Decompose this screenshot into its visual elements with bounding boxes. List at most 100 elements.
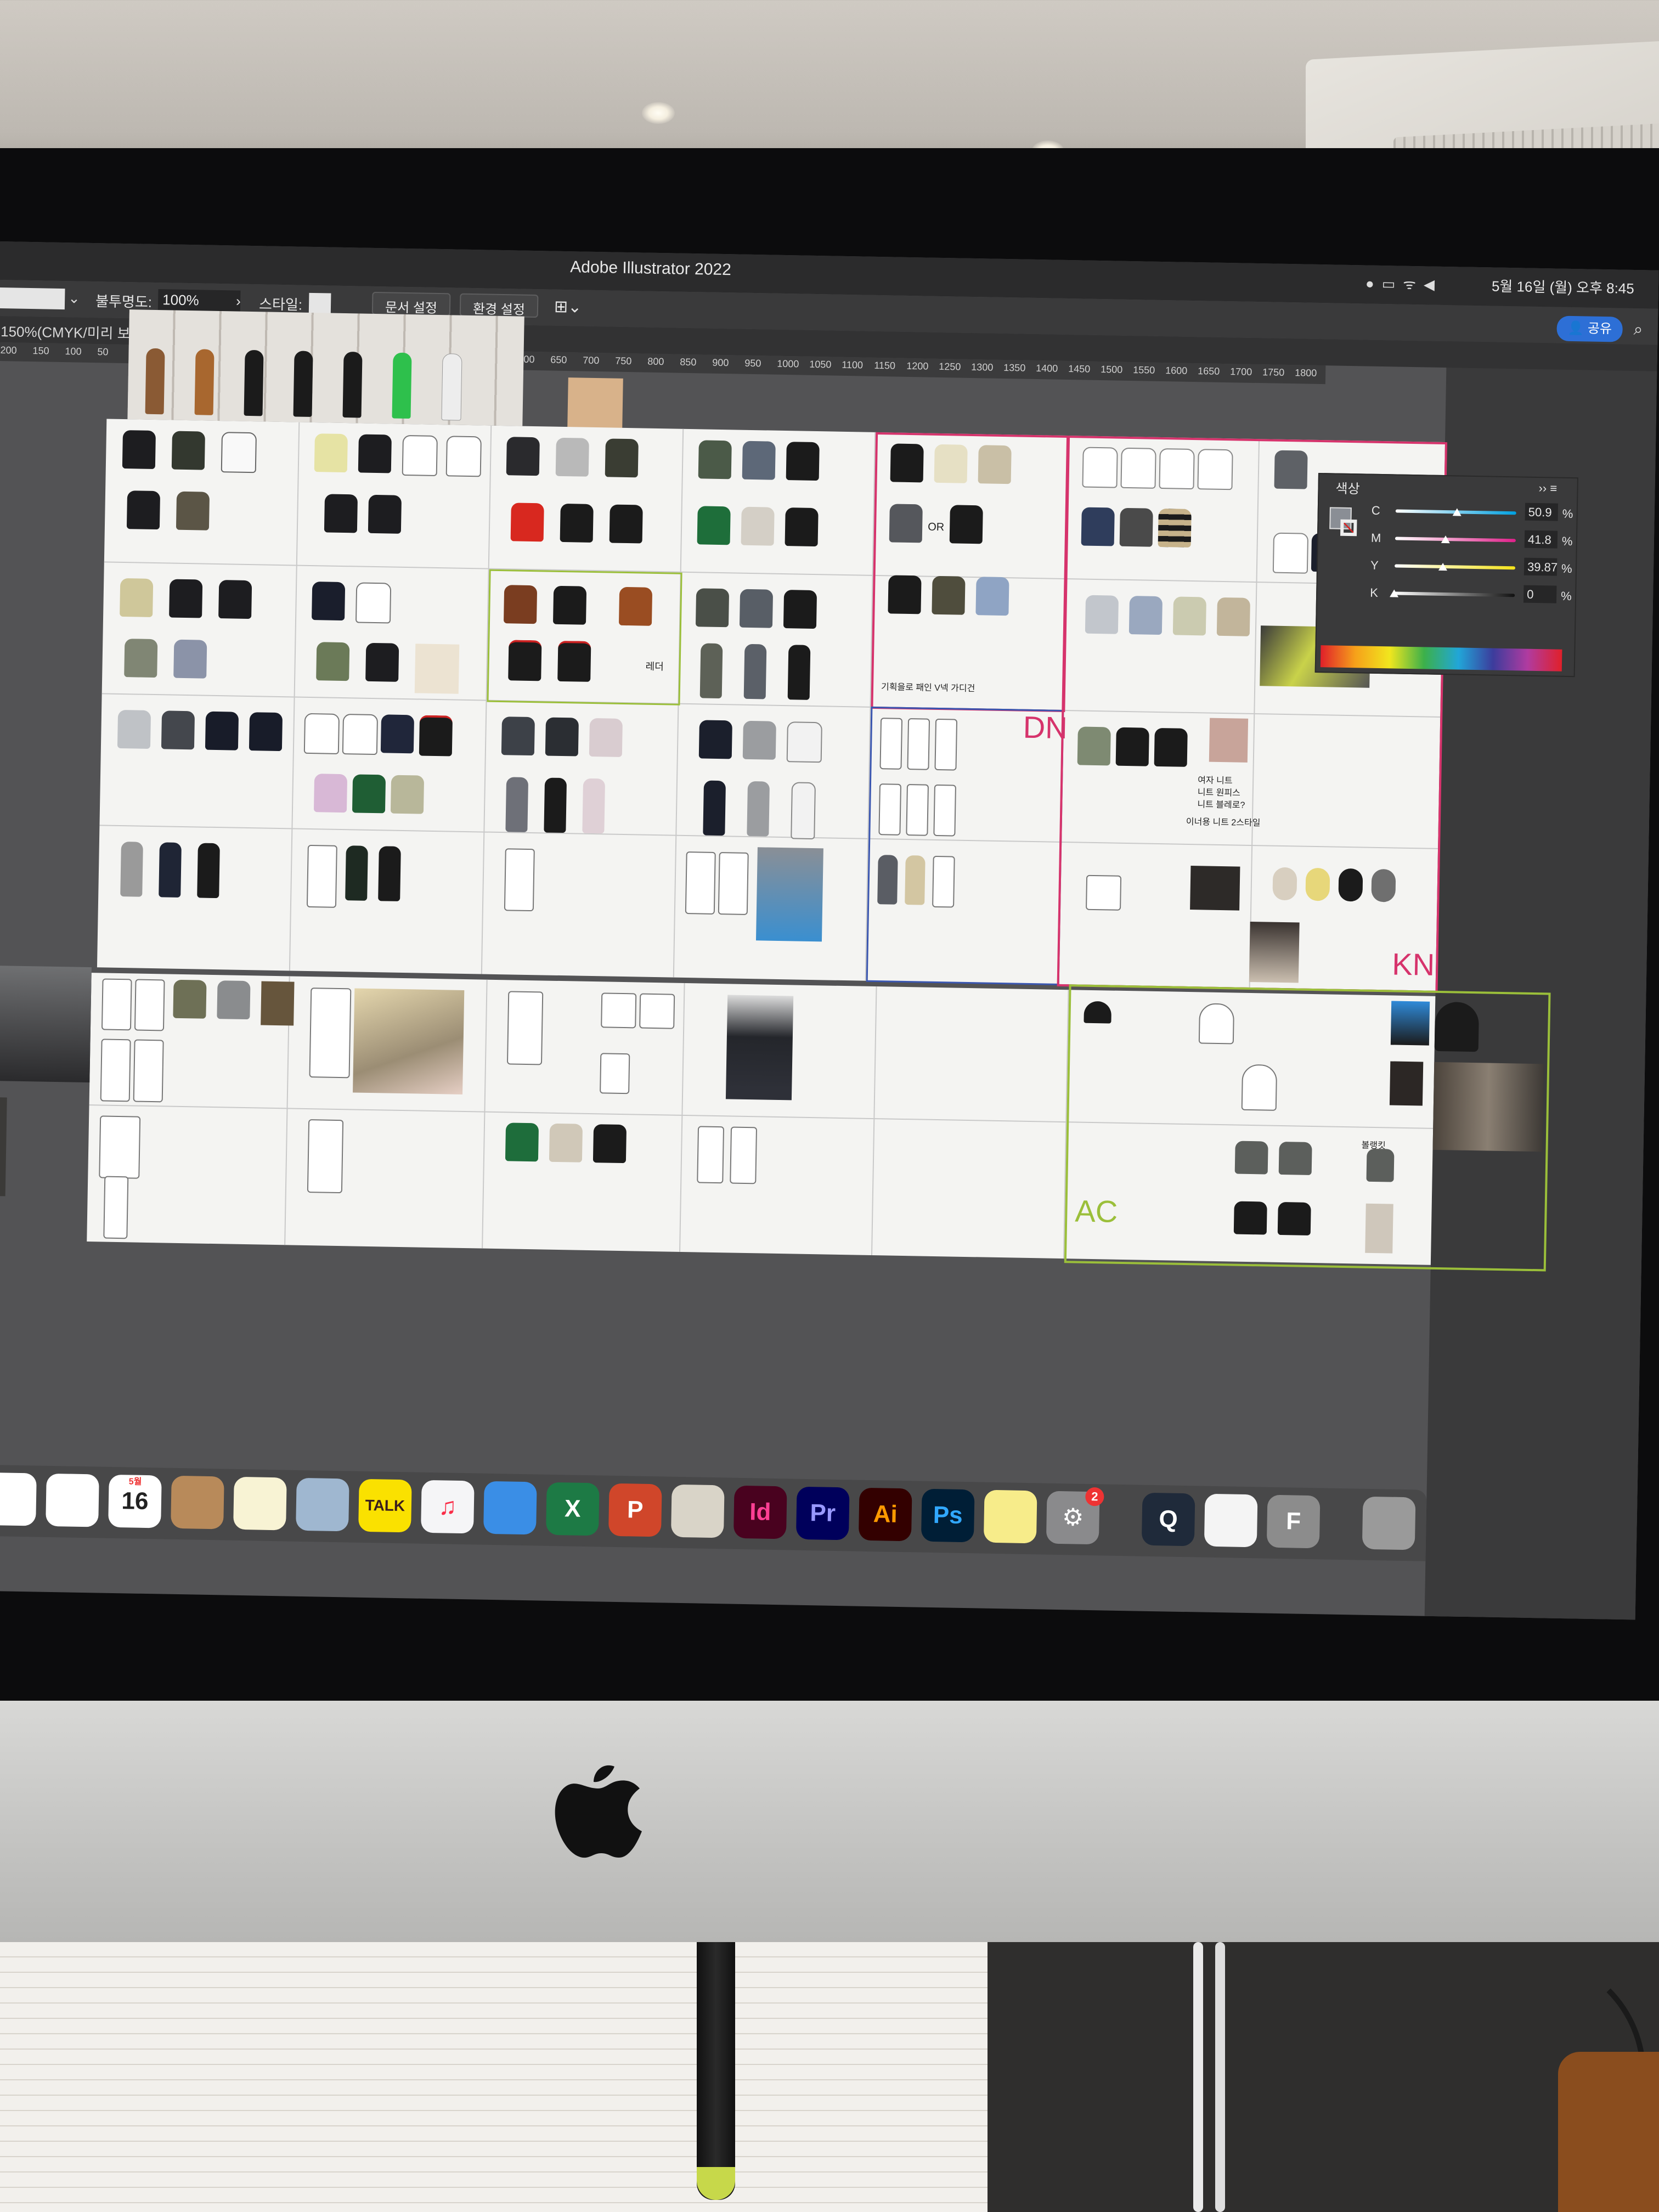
slider-c[interactable]: C 50.9% bbox=[1329, 499, 1573, 526]
screen: Adobe Illustrator 2022 ●▭ᯤ◀ 5월 16일 (월) 오… bbox=[0, 241, 1659, 1620]
slider-k[interactable]: K 0% bbox=[1328, 582, 1572, 608]
jacket-photo bbox=[261, 981, 295, 1026]
hat-sketch bbox=[1198, 1003, 1235, 1045]
slider-value-field[interactable]: 41.8 bbox=[1524, 530, 1558, 549]
ruler-tick: 1750 bbox=[1262, 366, 1285, 378]
doc-setup-button[interactable]: 문서 설정 bbox=[371, 291, 451, 317]
cardigan-sketch bbox=[1272, 532, 1309, 574]
style-swatch[interactable] bbox=[308, 292, 331, 314]
pants-pink bbox=[582, 778, 606, 834]
pants-sketch bbox=[504, 848, 535, 912]
keynote-icon[interactable] bbox=[483, 1481, 537, 1535]
grid-line bbox=[871, 986, 877, 1256]
slider-value-field[interactable]: 39.87 bbox=[1523, 557, 1558, 576]
indesign-icon[interactable]: Id bbox=[733, 1485, 787, 1539]
kn-label: KN bbox=[1391, 946, 1435, 982]
preview-icon[interactable] bbox=[296, 1477, 349, 1532]
hoodie-charcoal bbox=[545, 717, 579, 757]
kakaotalk-icon[interactable]: TALK bbox=[358, 1479, 412, 1533]
photoshop-icon[interactable]: Ps bbox=[921, 1488, 975, 1543]
slider-y[interactable]: Y 39.87% bbox=[1329, 554, 1572, 580]
calendar-icon[interactable]: 16 5월 bbox=[108, 1474, 162, 1528]
monitor-chin bbox=[0, 1701, 1659, 1942]
calendar-month: 5월 bbox=[128, 1477, 142, 1487]
slider-value-field[interactable]: 0 bbox=[1523, 585, 1557, 603]
coat-sketch bbox=[221, 432, 257, 473]
bomber-black bbox=[218, 580, 252, 619]
ruler-tick: 1700 bbox=[1230, 366, 1252, 377]
ruler-tick: 1800 bbox=[1295, 367, 1317, 379]
opacity-field[interactable]: 100% bbox=[157, 289, 241, 312]
marker-pen bbox=[697, 1942, 735, 2200]
slider-thumb[interactable] bbox=[1438, 562, 1447, 571]
ruler-tick: 1500 bbox=[1101, 364, 1123, 375]
slider-m[interactable]: M 41.8% bbox=[1329, 527, 1573, 553]
photos-icon[interactable] bbox=[0, 1472, 37, 1526]
vest-slate bbox=[739, 589, 774, 628]
share-button[interactable]: 👤 공유 bbox=[1556, 315, 1623, 342]
coat-yellow-sketch bbox=[314, 433, 348, 473]
excel-icon[interactable]: X bbox=[546, 1482, 600, 1536]
slider-thumb[interactable] bbox=[1441, 535, 1450, 544]
slider-value-field[interactable]: 50.9 bbox=[1525, 503, 1559, 521]
slider-unit: % bbox=[1562, 506, 1573, 521]
powerpoint-icon[interactable]: P bbox=[608, 1483, 662, 1537]
fleece-photo bbox=[414, 644, 460, 694]
textedit-icon[interactable] bbox=[1204, 1493, 1258, 1548]
illustrator-icon[interactable]: Ai bbox=[858, 1487, 912, 1542]
cardigan-beige bbox=[978, 445, 1012, 484]
ruler-tick: 1650 bbox=[1198, 365, 1220, 377]
pants-sketch bbox=[932, 855, 955, 908]
runway-figure bbox=[293, 351, 313, 417]
coat-sketch bbox=[133, 1039, 164, 1103]
look-photo bbox=[1190, 866, 1240, 911]
ruler-tick: 800 bbox=[647, 356, 664, 368]
app-title: Adobe Illustrator 2022 bbox=[570, 258, 732, 279]
color-spectrum[interactable] bbox=[1320, 645, 1562, 672]
pants-sketch bbox=[878, 783, 901, 836]
premiere-icon[interactable]: Pr bbox=[795, 1486, 850, 1541]
blazer-sketch bbox=[355, 582, 392, 624]
fontbook-icon[interactable]: F bbox=[1266, 1494, 1321, 1549]
runway-figure bbox=[441, 353, 462, 421]
chevron-right-icon[interactable]: › bbox=[236, 293, 241, 310]
slider-track[interactable] bbox=[1395, 564, 1516, 570]
chrome-icon[interactable] bbox=[46, 1473, 99, 1527]
stickies-icon[interactable] bbox=[983, 1489, 1037, 1544]
contacts-icon[interactable] bbox=[171, 1475, 224, 1530]
apple-logo-icon bbox=[555, 1765, 642, 1858]
hoodie-pink bbox=[589, 718, 623, 757]
search-icon[interactable]: ⌕ bbox=[1633, 320, 1643, 339]
jacket-black-red bbox=[419, 715, 453, 757]
knit-black bbox=[1115, 727, 1149, 766]
slider-thumb[interactable] bbox=[1390, 589, 1399, 597]
ruler-tick: 1350 bbox=[1003, 362, 1026, 374]
vest-olive bbox=[695, 588, 730, 628]
slider-thumb[interactable] bbox=[1452, 508, 1462, 516]
skirt-sketch bbox=[309, 988, 352, 1079]
calculator-icon[interactable] bbox=[670, 1484, 725, 1538]
ruler-tick: 1550 bbox=[1133, 364, 1155, 376]
fleece-green bbox=[505, 1122, 539, 1162]
arrange-icon[interactable]: ⊞⌄ bbox=[554, 297, 582, 317]
runway-figure bbox=[244, 349, 264, 416]
pants-sketch bbox=[906, 783, 929, 836]
quicktime-icon[interactable]: Q bbox=[1141, 1492, 1195, 1547]
system-preferences-icon[interactable]: ⚙ 2 bbox=[1046, 1487, 1104, 1545]
notebook bbox=[0, 1942, 988, 2212]
vest-black bbox=[783, 590, 817, 629]
stroke-swatch[interactable] bbox=[0, 287, 65, 310]
jacket-grey bbox=[217, 980, 251, 1020]
panel-dock-area bbox=[1424, 267, 1659, 1620]
music-icon[interactable]: ♫ bbox=[421, 1480, 475, 1534]
color-panel[interactable]: 색상 ›› ≡ C 50.9% M 41.8% Y 39.87% K 0% bbox=[1314, 473, 1578, 678]
jacket-lilac bbox=[313, 774, 348, 813]
chevron-down-icon[interactable]: ⌄ bbox=[68, 290, 80, 307]
notes-icon[interactable] bbox=[233, 1476, 287, 1531]
preferences-button[interactable]: 환경 설정 bbox=[459, 293, 539, 318]
slider-track[interactable] bbox=[1395, 537, 1516, 543]
panel-menu-icon[interactable]: ›› ≡ bbox=[1538, 481, 1557, 496]
slider-track[interactable] bbox=[1394, 591, 1515, 597]
ruler-tick: 900 bbox=[712, 357, 729, 369]
trash-icon[interactable] bbox=[1362, 1496, 1416, 1550]
